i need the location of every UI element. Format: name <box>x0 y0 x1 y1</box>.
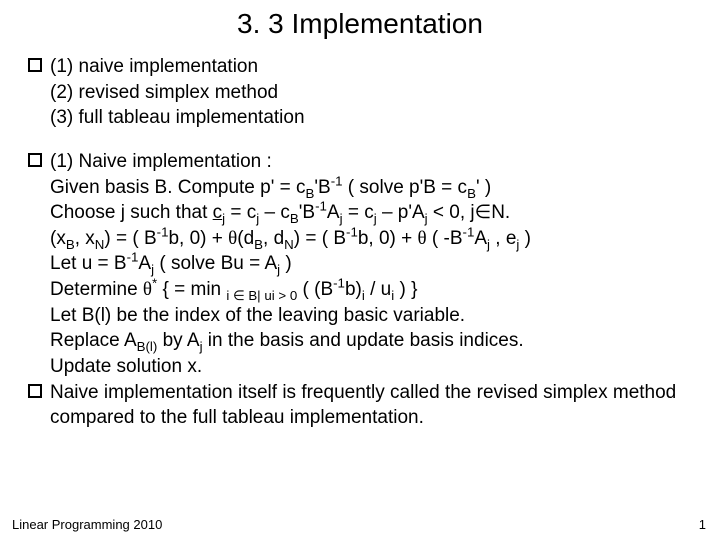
text: ( solve p'B = c <box>343 177 468 198</box>
text: b) <box>345 279 362 300</box>
text: Let B(l) be the index of the leaving bas… <box>50 305 465 326</box>
text-underline: c <box>213 202 223 223</box>
text: – p'A <box>377 202 425 223</box>
block-methods-list: (1) naive implementation (2) revised sim… <box>28 54 692 131</box>
text: < 0, j <box>428 202 475 223</box>
bullet-square-icon <box>28 153 42 167</box>
page-number: 1 <box>699 517 706 532</box>
list-item: (xB, xN) = ( B-1b, 0) + θ(dB, dN) = ( B-… <box>28 226 692 252</box>
text: / u <box>365 279 391 300</box>
text: , d <box>263 228 284 249</box>
list-item: Let B(l) be the index of the leaving bas… <box>28 303 692 329</box>
symbol-theta: θ <box>228 228 237 249</box>
text: , e <box>490 228 516 249</box>
text: – c <box>259 202 290 223</box>
text: Let u = B <box>50 253 127 274</box>
symbol-theta: θ <box>143 279 152 300</box>
text: Update solution x. <box>50 356 202 377</box>
list-item: Given basis B. Compute p' = c B 'B-1 ( sol… <box>28 175 692 201</box>
slide: 3. 3 Implementation (1) naive implementa… <box>0 0 720 540</box>
symbol-theta: θ <box>418 228 427 249</box>
text: (2) revised simplex method <box>50 82 278 103</box>
list-item: Let u = B-1Aj ( solve Bu = Aj ) <box>28 251 692 277</box>
subscript: B(l) <box>137 339 158 354</box>
text: ) = ( B <box>104 228 156 249</box>
subscript: N <box>95 237 105 252</box>
footer-text: Linear Programming 2010 <box>12 517 162 532</box>
text: b, 0) + <box>168 228 228 249</box>
bullet-square-icon <box>28 384 42 398</box>
symbol-in: ∈ <box>475 202 492 223</box>
text: (3) full tableau implementation <box>50 107 305 128</box>
text: ' ) <box>476 177 491 198</box>
list-item: (3) full tableau implementation <box>28 105 692 131</box>
text: ( solve Bu = A <box>154 253 277 274</box>
text: ( (B <box>297 279 333 300</box>
bullet-square-icon <box>28 58 42 72</box>
text: b, 0) + <box>358 228 418 249</box>
list-item: (1) naive implementation <box>28 54 692 80</box>
text: 'B <box>299 202 315 223</box>
text: { = min <box>157 279 226 300</box>
subscript: B <box>290 211 299 226</box>
text: ) = ( B <box>294 228 346 249</box>
superscript: -1 <box>127 250 139 265</box>
text: = c <box>343 202 374 223</box>
list-item: Determine θ* { = min i ∈ B| ui > 0 ( (B-… <box>28 277 692 303</box>
block-naive-impl: (1) Naive implementation : Given basis B… <box>28 149 692 431</box>
text: in the basis and update basis indices. <box>203 330 524 351</box>
text: = c <box>225 202 256 223</box>
list-item: Naive implementation itself is frequentl… <box>28 380 692 431</box>
text: A <box>327 202 340 223</box>
slide-title: 3. 3 Implementation <box>28 8 692 40</box>
text: ) <box>280 253 292 274</box>
slide-content: (1) naive implementation (2) revised sim… <box>28 54 692 431</box>
text: Replace A <box>50 330 137 351</box>
text: (1) naive implementation <box>50 56 258 77</box>
text: (d <box>237 228 254 249</box>
text: A <box>138 253 151 274</box>
text: N. <box>491 202 510 223</box>
subscript: N <box>284 237 294 252</box>
superscript: -1 <box>333 276 345 291</box>
list-item: (2) revised simplex method <box>28 80 692 106</box>
list-item: (1) Naive implementation : <box>28 149 692 175</box>
text: 'B <box>314 177 330 198</box>
superscript: -1 <box>157 225 169 240</box>
text: Naive implementation itself is frequentl… <box>50 382 676 429</box>
text: A <box>474 228 487 249</box>
text: , x <box>75 228 95 249</box>
text: Given basis B. Compute p' = c <box>50 177 306 198</box>
text: ) <box>519 228 531 249</box>
superscript: -1 <box>331 173 343 188</box>
superscript: -1 <box>315 199 327 214</box>
text: (1) Naive implementation : <box>50 151 272 172</box>
list-item: Choose j such that cj = cj – cB'B-1Aj = … <box>28 200 692 226</box>
subscript: B <box>66 237 75 252</box>
text: ) } <box>394 279 417 300</box>
list-item: Update solution x. <box>28 354 692 380</box>
text: Choose j such that <box>50 202 213 223</box>
text: (x <box>50 228 66 249</box>
text: ( -B <box>427 228 463 249</box>
text: Determine <box>50 279 143 300</box>
list-item: Replace AB(l) by Aj in the basis and upd… <box>28 328 692 354</box>
superscript: -1 <box>346 225 358 240</box>
text: by A <box>157 330 199 351</box>
subscript: B <box>254 237 263 252</box>
subscript: B <box>467 185 476 200</box>
subscript-condition: i ∈ B| ui > 0 <box>226 288 297 303</box>
superscript: -1 <box>463 225 475 240</box>
